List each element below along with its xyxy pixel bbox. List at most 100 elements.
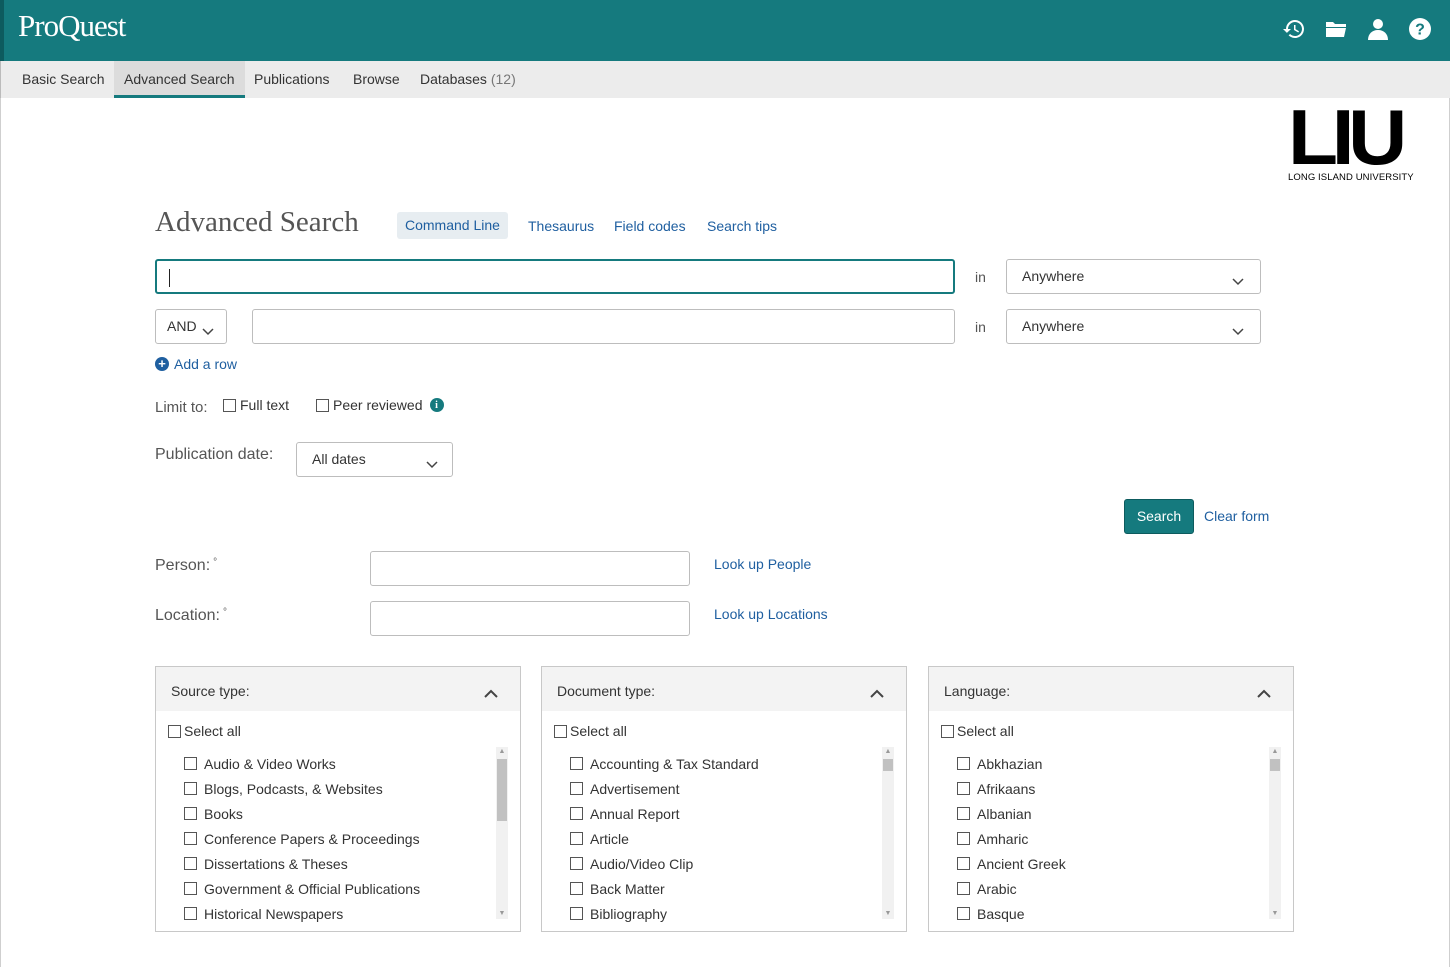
folder-icon[interactable] <box>1324 14 1348 44</box>
field-select-1[interactable]: Anywhere <box>1006 259 1261 294</box>
item-checkbox[interactable] <box>570 857 583 870</box>
list-item[interactable]: Back Matter <box>570 876 870 901</box>
list-item[interactable]: Arabic <box>957 876 1257 901</box>
item-checkbox[interactable] <box>570 782 583 795</box>
select-all-checkbox[interactable] <box>941 724 954 738</box>
list-item[interactable]: Advertisement <box>570 776 870 801</box>
person-input[interactable] <box>370 551 690 586</box>
list-item[interactable]: Conference Papers & Proceedings <box>184 826 484 851</box>
search-tips-link[interactable]: Search tips <box>707 218 777 234</box>
list-item[interactable]: Audio & Video Works <box>184 751 484 776</box>
select-all-checkbox[interactable] <box>168 724 181 738</box>
language-header[interactable]: Language: <box>929 667 1293 711</box>
scrollbar-thumb[interactable] <box>497 759 507 821</box>
document-type-header[interactable]: Document type: <box>542 667 906 711</box>
full-text-label[interactable]: Full text <box>240 397 289 413</box>
scroll-up-arrow-icon[interactable]: ▲ <box>496 747 508 757</box>
boolean-operator-select[interactable]: AND <box>155 309 227 344</box>
source-type-header[interactable]: Source type: <box>156 667 520 711</box>
item-checkbox[interactable] <box>184 832 197 845</box>
list-item[interactable]: Accounting & Tax Standard <box>570 751 870 776</box>
list-item[interactable]: Ancient Greek <box>957 851 1257 876</box>
list-item[interactable]: Audio/Video Clip <box>570 851 870 876</box>
tab-basic-search[interactable]: Basic Search <box>12 61 114 98</box>
user-icon[interactable] <box>1366 14 1390 44</box>
scroll-up-arrow-icon[interactable]: ▲ <box>882 747 894 757</box>
look-up-locations-link[interactable]: Look up Locations <box>714 606 828 622</box>
proquest-logo[interactable]: ProQuest <box>18 8 126 44</box>
item-checkbox[interactable] <box>957 782 970 795</box>
scroll-down-arrow-icon[interactable]: ▼ <box>882 909 894 919</box>
item-checkbox[interactable] <box>957 757 970 770</box>
source-type-select-all[interactable]: Select all <box>168 723 241 739</box>
tab-browse[interactable]: Browse <box>343 61 410 98</box>
list-item[interactable]: Books <box>184 801 484 826</box>
item-checkbox[interactable] <box>570 832 583 845</box>
item-checkbox[interactable] <box>184 782 197 795</box>
item-checkbox[interactable] <box>570 757 583 770</box>
thesaurus-link[interactable]: Thesaurus <box>528 218 594 234</box>
scroll-down-arrow-icon[interactable]: ▼ <box>496 909 508 919</box>
add-row-link[interactable]: + Add a row <box>155 356 237 372</box>
list-item[interactable]: Basque <box>957 901 1257 926</box>
peer-reviewed-checkbox[interactable] <box>316 398 329 412</box>
document-type-select-all[interactable]: Select all <box>554 723 627 739</box>
history-icon[interactable] <box>1282 14 1306 44</box>
item-checkbox[interactable] <box>957 907 970 920</box>
full-text-checkbox[interactable] <box>223 398 236 412</box>
chevron-up-icon[interactable] <box>484 685 498 698</box>
list-item[interactable]: Annual Report <box>570 801 870 826</box>
item-checkbox[interactable] <box>957 807 970 820</box>
chevron-up-icon[interactable] <box>870 685 884 698</box>
list-item[interactable]: Government & Official Publications <box>184 876 484 901</box>
tab-databases[interactable]: Databases (12) <box>410 61 526 98</box>
peer-reviewed-label[interactable]: Peer reviewed <box>333 397 423 413</box>
item-checkbox[interactable] <box>570 882 583 895</box>
chevron-up-icon[interactable] <box>1257 685 1271 698</box>
list-item[interactable]: Bibliography <box>570 901 870 926</box>
field-codes-link[interactable]: Field codes <box>614 218 686 234</box>
item-checkbox[interactable] <box>957 832 970 845</box>
boolean-operator-value: AND <box>167 318 197 334</box>
scroll-down-arrow-icon[interactable]: ▼ <box>1269 909 1281 919</box>
item-checkbox[interactable] <box>957 882 970 895</box>
item-checkbox[interactable] <box>184 882 197 895</box>
list-item[interactable]: Amharic <box>957 826 1257 851</box>
info-icon[interactable]: i <box>429 398 444 412</box>
scrollbar-thumb[interactable] <box>883 759 893 771</box>
item-checkbox[interactable] <box>184 757 197 770</box>
look-up-people-link[interactable]: Look up People <box>714 556 811 572</box>
item-checkbox[interactable] <box>957 857 970 870</box>
language-select-all[interactable]: Select all <box>941 723 1014 739</box>
help-icon[interactable]: ? <box>1408 14 1432 44</box>
search-term-input-1[interactable] <box>155 259 955 294</box>
list-item[interactable]: Afrikaans <box>957 776 1257 801</box>
list-item[interactable]: Dissertations & Theses <box>184 851 484 876</box>
item-label: Annual Report <box>590 805 680 822</box>
command-line-link[interactable]: Command Line <box>397 212 508 239</box>
document-type-scrollbar[interactable]: ▲ ▼ <box>882 747 894 919</box>
location-input[interactable] <box>370 601 690 636</box>
publication-date-select[interactable]: All dates <box>296 442 453 477</box>
source-type-scrollbar[interactable]: ▲ ▼ <box>496 747 508 919</box>
scrollbar-thumb[interactable] <box>1270 759 1280 771</box>
search-button[interactable]: Search <box>1124 499 1194 534</box>
list-item[interactable]: Article <box>570 826 870 851</box>
select-all-checkbox[interactable] <box>554 724 567 738</box>
clear-form-link[interactable]: Clear form <box>1204 508 1269 524</box>
list-item[interactable]: Blogs, Podcasts, & Websites <box>184 776 484 801</box>
list-item[interactable]: Albanian <box>957 801 1257 826</box>
field-select-2[interactable]: Anywhere <box>1006 309 1261 344</box>
list-item[interactable]: Abkhazian <box>957 751 1257 776</box>
item-checkbox[interactable] <box>184 807 197 820</box>
search-term-input-2[interactable] <box>252 309 955 344</box>
language-scrollbar[interactable]: ▲ ▼ <box>1269 747 1281 919</box>
item-checkbox[interactable] <box>184 907 197 920</box>
item-checkbox[interactable] <box>184 857 197 870</box>
tab-publications[interactable]: Publications <box>244 61 340 98</box>
list-item[interactable]: Historical Newspapers <box>184 901 484 926</box>
tab-advanced-search[interactable]: Advanced Search <box>114 61 245 98</box>
item-checkbox[interactable] <box>570 807 583 820</box>
item-checkbox[interactable] <box>570 907 583 920</box>
scroll-up-arrow-icon[interactable]: ▲ <box>1269 747 1281 757</box>
